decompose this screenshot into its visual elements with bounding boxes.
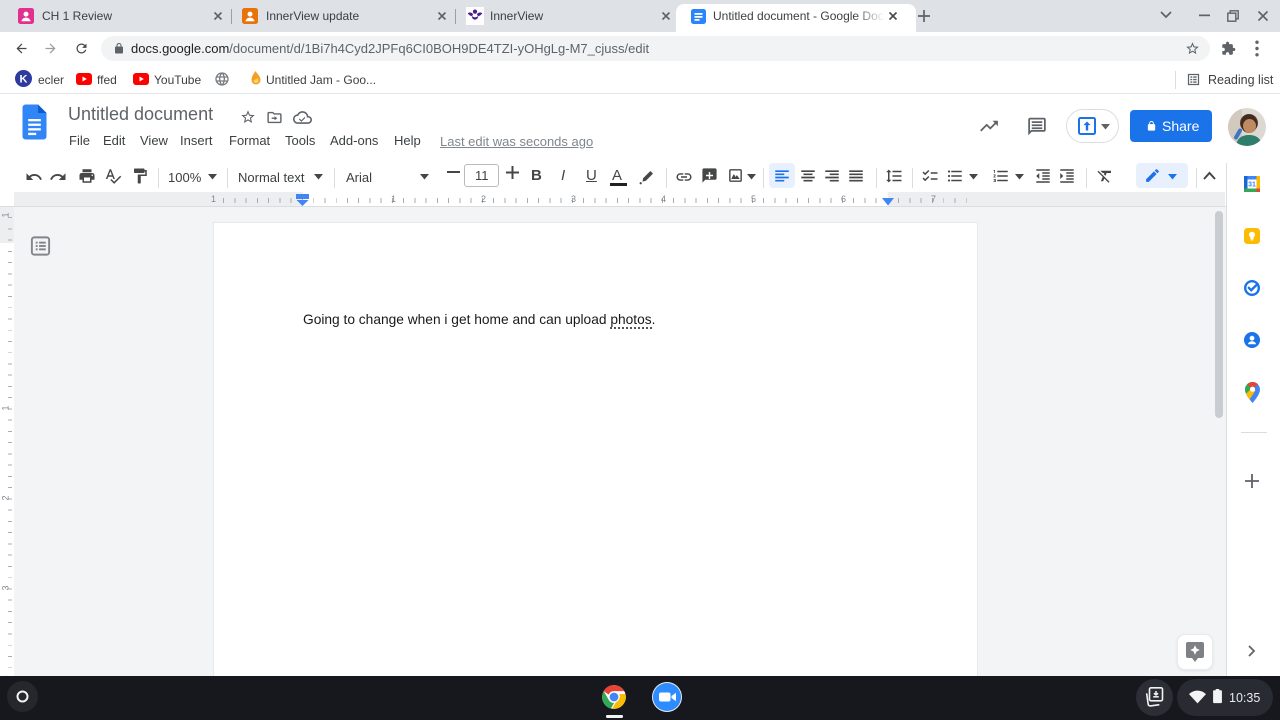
svg-text:31: 31 — [1248, 182, 1256, 189]
svg-text:K: K — [20, 74, 28, 86]
